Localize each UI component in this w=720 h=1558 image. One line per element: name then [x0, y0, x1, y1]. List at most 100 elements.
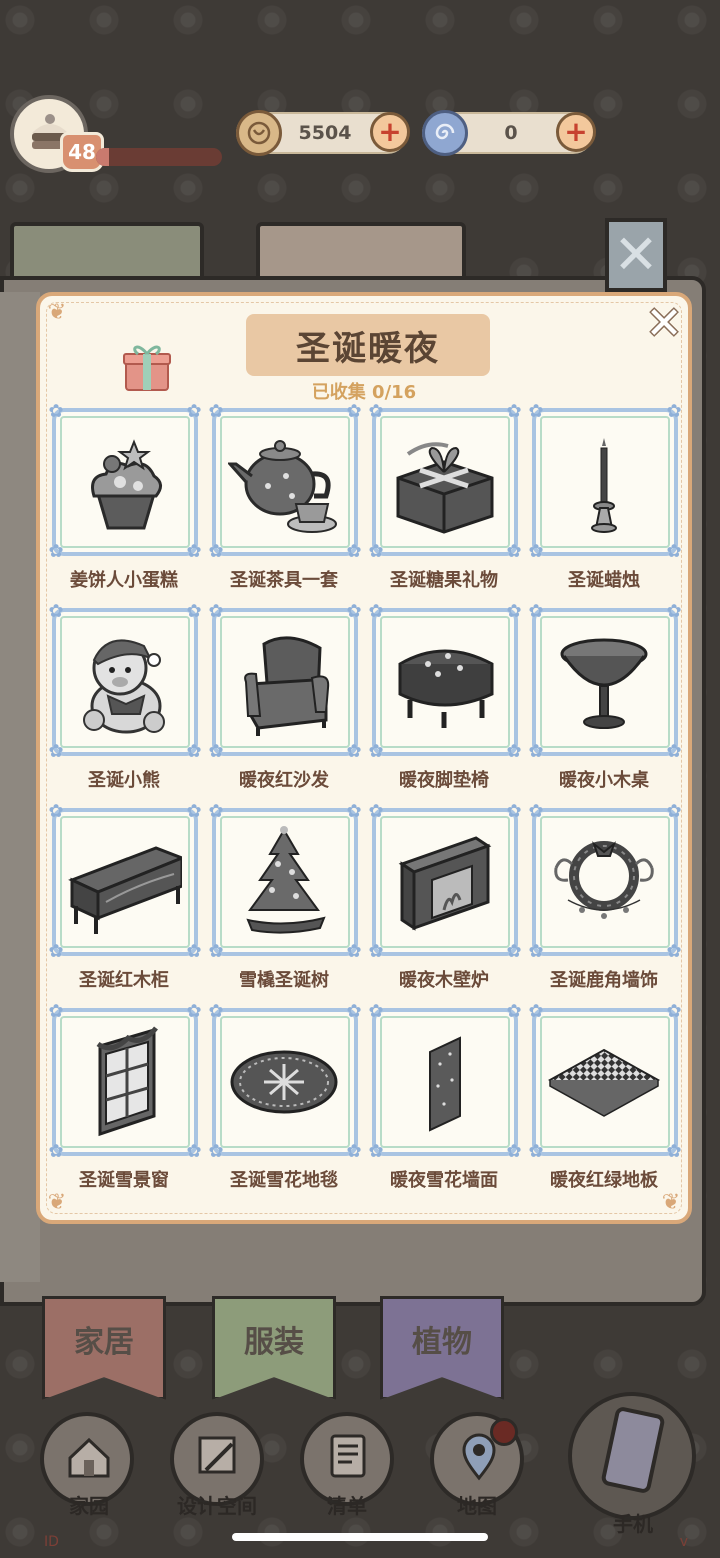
plus-icon: + [564, 115, 588, 148]
bow-icon: ✿ [48, 941, 64, 962]
book-spine [0, 292, 40, 1282]
collection-item[interactable]: ✿ ✿ ✿ ✿ 雪橇圣诞树 [208, 802, 361, 998]
bow-icon: ✿ [186, 541, 202, 562]
bow-icon: ✿ [346, 741, 362, 762]
bow-icon: ✿ [346, 401, 362, 422]
bow-icon: ✿ [208, 801, 224, 822]
round-table-icon [560, 638, 648, 729]
home-icon [68, 1437, 110, 1478]
item-label: 暖夜红绿地板 [550, 1170, 658, 1191]
collection-item[interactable]: ✿ ✿ ✿ ✿ 暖夜木壁炉 [368, 802, 521, 998]
bow-icon: ✿ [666, 1001, 682, 1022]
coin-counter: 5504 + [236, 110, 410, 156]
bow-icon: ✿ [186, 941, 202, 962]
bow-icon: ✿ [506, 1001, 522, 1022]
collection-item[interactable]: ✿ ✿ ✿ ✿ 暖夜脚垫椅 [368, 602, 521, 798]
collection-item[interactable]: ✿ ✿ ✿ ✿ 圣诞糖果礼物 [368, 402, 521, 598]
item-label: 暖夜木壁炉 [399, 970, 489, 991]
rug-icon [230, 1050, 338, 1114]
bow-icon: ✿ [666, 741, 682, 762]
collection-item[interactable]: ✿ ✿ ✿ ✿ 暖夜红绿地板 [528, 1002, 681, 1198]
item-label: 圣诞小熊 [88, 770, 160, 791]
floor-tile-icon [548, 1048, 661, 1117]
item-label: 圣诞红木柜 [79, 970, 169, 991]
xp-progress-fill [96, 148, 109, 166]
bow-icon: ✿ [506, 601, 522, 622]
bow-icon: ✿ [368, 541, 384, 562]
gem-counter: 0 + [422, 110, 596, 156]
bow-icon: ✿ [528, 941, 544, 962]
bow-icon: ✿ [346, 1141, 362, 1162]
checklist-icon [330, 1434, 366, 1478]
bow-icon: ✿ [506, 801, 522, 822]
collection-item[interactable]: ✿ ✿ ✿ ✿ 暖夜雪花墙面 [368, 1002, 521, 1198]
collection-item[interactable]: ✿ ✿ ✿ ✿ 暖夜小木桌 [528, 602, 681, 798]
bow-icon: ✿ [186, 741, 202, 762]
bow-icon: ✿ [528, 601, 544, 622]
item-label: 圣诞雪景窗 [79, 1170, 169, 1191]
bow-icon: ✿ [48, 1141, 64, 1162]
bow-icon: ✿ [208, 601, 224, 622]
item-label: 暖夜红沙发 [239, 770, 329, 791]
bow-icon: ✿ [528, 1141, 544, 1162]
plus-icon: + [378, 115, 402, 148]
collection-item[interactable]: ✿ ✿ ✿ ✿ 圣诞茶具一套 [208, 402, 361, 598]
collection-item[interactable]: ✿ ✿ ✿ ✿ 姜饼人小蛋糕 [48, 402, 201, 598]
fireplace-icon [398, 836, 492, 931]
bow-icon: ✿ [666, 1141, 682, 1162]
bow-icon: ✿ [666, 541, 682, 562]
collection-item[interactable]: ✿ ✿ ✿ ✿ 圣诞红木柜 [48, 802, 201, 998]
swirl-gem-icon [422, 110, 468, 156]
nav-phone-button[interactable] [568, 1392, 696, 1520]
bow-icon: ✿ [368, 741, 384, 762]
window-icon [96, 1026, 158, 1137]
xp-progress-bar [96, 148, 222, 166]
bow-icon: ✿ [506, 401, 522, 422]
collection-item[interactable]: ✿ ✿ ✿ ✿ 圣诞雪景窗 [48, 1002, 201, 1198]
bow-icon: ✿ [506, 1141, 522, 1162]
item-label: 暖夜小木桌 [559, 770, 649, 791]
nav-home-label: 家园 [69, 1494, 109, 1518]
player-id-text: ID [44, 1534, 59, 1550]
bow-icon: ✿ [208, 401, 224, 422]
bow-icon: ✿ [368, 801, 384, 822]
bow-icon: ✿ [666, 401, 682, 422]
item-label: 暖夜脚垫椅 [399, 770, 489, 791]
collection-item[interactable]: ✿ ✿ ✿ ✿ 圣诞小熊 [48, 602, 201, 798]
nav-map-label: 地图 [457, 1494, 497, 1518]
bow-icon: ✿ [48, 1001, 64, 1022]
add-coins-button[interactable]: + [370, 112, 410, 152]
add-gems-button[interactable]: + [556, 112, 596, 152]
notification-dot [490, 1418, 518, 1446]
corner-ornament-icon: ❦ [47, 300, 67, 325]
close-icon[interactable]: ✕ [640, 300, 688, 348]
wreath-icon [554, 841, 654, 919]
collected-count: 已收集 0/16 [311, 382, 417, 403]
bow-icon: ✿ [346, 541, 362, 562]
item-label: 圣诞茶具一套 [230, 570, 338, 591]
collection-item[interactable]: ✿ ✿ ✿ ✿ 圣诞鹿角墙饰 [528, 802, 681, 998]
bow-icon: ✿ [186, 401, 202, 422]
teddy-bear-icon [83, 639, 165, 734]
bow-icon: ✿ [48, 801, 64, 822]
bow-icon: ✿ [368, 1001, 384, 1022]
bow-icon: ✿ [208, 1141, 224, 1162]
candle-icon [591, 438, 617, 533]
bow-icon: ✿ [528, 1001, 544, 1022]
book-close-icon[interactable]: ✕ [605, 218, 667, 292]
version-text: v [679, 1534, 688, 1550]
collection-item[interactable]: ✿ ✿ ✿ ✿ 圣诞蜡烛 [528, 402, 681, 598]
bow-icon: ✿ [368, 941, 384, 962]
item-label: 圣诞雪花地毯 [230, 1170, 338, 1191]
collection-item[interactable]: ✿ ✿ ✿ ✿ 圣诞雪花地毯 [208, 1002, 361, 1198]
nav-checklist-label: 清单 [327, 1494, 367, 1518]
coin-icon [236, 110, 282, 156]
teapot-icon [228, 440, 337, 533]
home-indicator[interactable] [232, 1533, 488, 1541]
bow-icon: ✿ [186, 1141, 202, 1162]
bow-icon: ✿ [528, 401, 544, 422]
cabinet-icon [68, 846, 182, 934]
collection-item[interactable]: ✿ ✿ ✿ ✿ 暖夜红沙发 [208, 602, 361, 798]
item-label: 姜饼人小蛋糕 [70, 570, 178, 591]
bow-icon: ✿ [48, 601, 64, 622]
